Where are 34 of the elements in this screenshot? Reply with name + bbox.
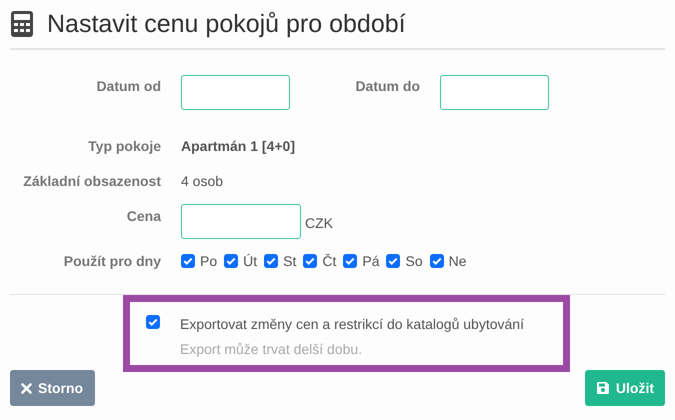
field-label: Datum od: [95, 77, 162, 94]
day-label: So: [405, 252, 423, 271]
save-button[interactable]: Uložit: [585, 370, 665, 406]
day-label: Pá: [362, 252, 380, 271]
day-label: Út: [243, 252, 258, 271]
checkbox[interactable]: [303, 254, 318, 268]
field-label: Typ pokoje: [87, 137, 162, 156]
date-to-field[interactable]: [440, 75, 549, 110]
checkbox[interactable]: [386, 254, 400, 268]
dialog-title: Nastavit cenu pokojů pro období: [47, 10, 406, 38]
price-field[interactable]: [181, 204, 301, 239]
checkbox[interactable]: [343, 254, 358, 268]
calculator-icon: [11, 11, 33, 37]
field-label: Cena: [126, 207, 162, 224]
cancel-button[interactable]: Storno: [10, 370, 95, 406]
export-label: Exportovat změny cen a restrikcí do katalogů ubytování: [180, 315, 524, 333]
currency-label: CZK: [305, 215, 333, 231]
date-from-field[interactable]: [181, 75, 290, 110]
day-label: St: [283, 252, 296, 271]
checkbox[interactable]: [430, 254, 444, 268]
room-type-value: Apartmán 1 [4+0]: [181, 137, 295, 156]
checkbox[interactable]: [181, 254, 195, 268]
day-label: Ne: [448, 252, 467, 271]
field-label: Použít pro dny: [62, 252, 162, 271]
field-label: Datum do: [354, 77, 421, 94]
checkbox[interactable]: [146, 315, 160, 329]
day-label: Po: [200, 252, 218, 271]
occupancy-value: 4 osob: [181, 172, 224, 191]
day-label: Čt: [322, 252, 336, 271]
export-hint: Export může trvat delší dobu.: [180, 341, 364, 357]
field-label: Základní obsazenost: [22, 172, 162, 191]
checkbox[interactable]: [224, 254, 238, 268]
checkbox[interactable]: [264, 254, 278, 268]
close-icon: [21, 382, 32, 394]
